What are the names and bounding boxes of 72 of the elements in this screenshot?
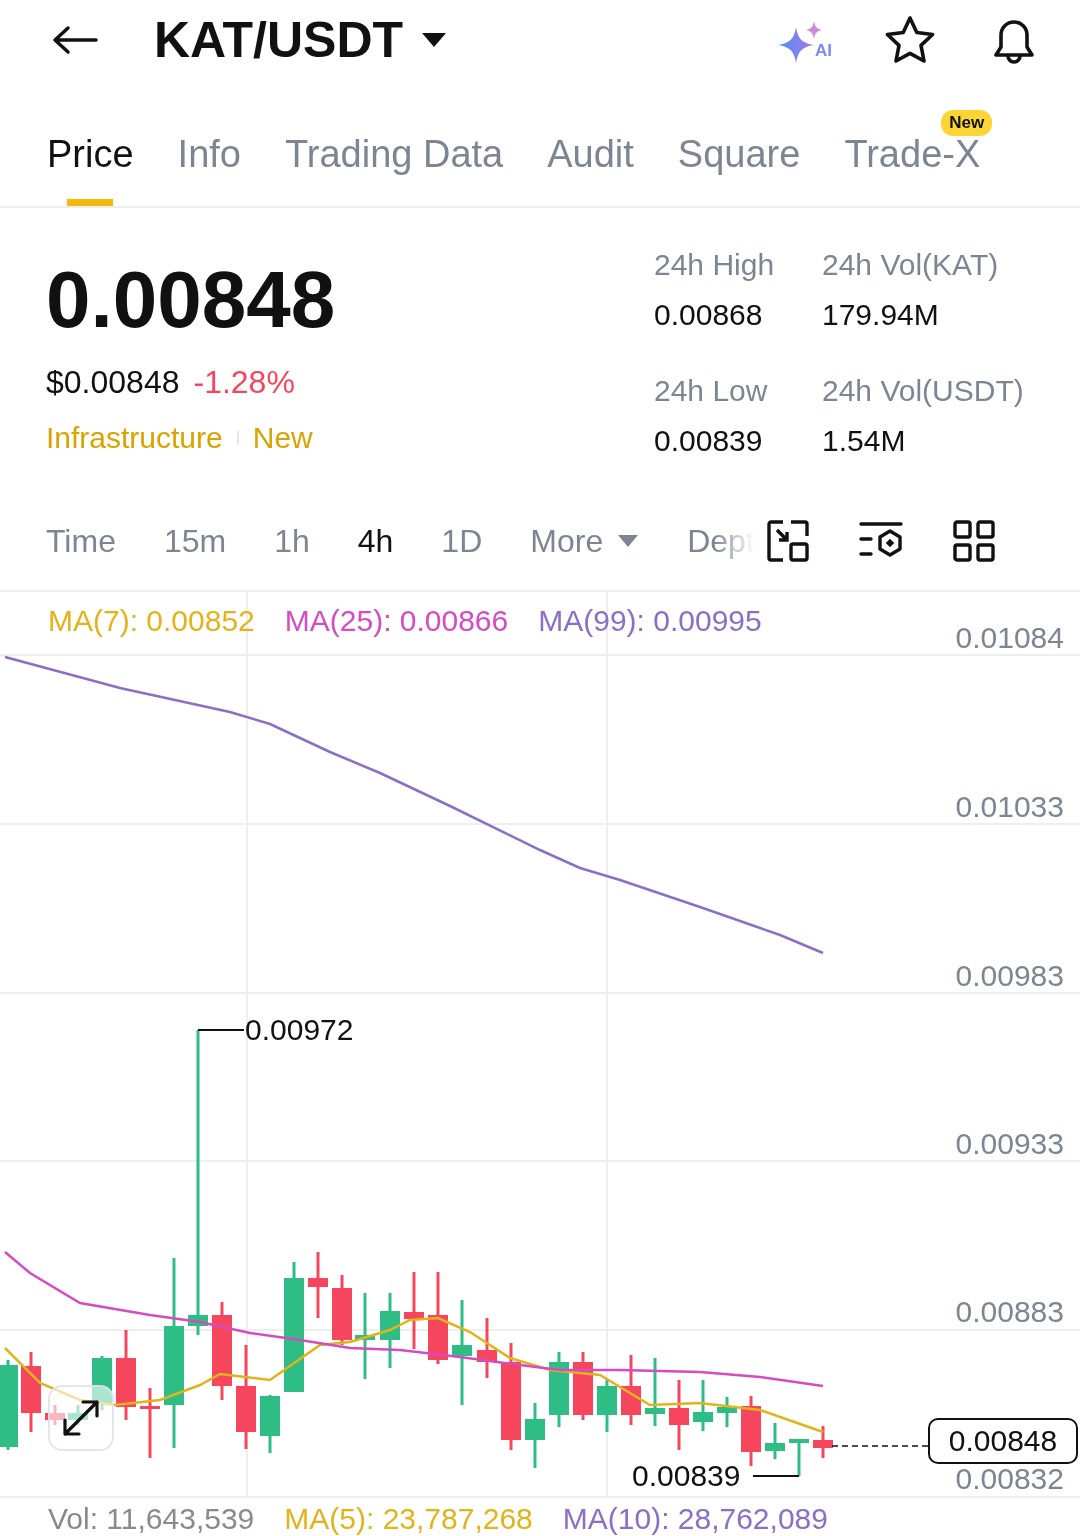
candlestick [525,1403,545,1468]
candlestick [332,1275,352,1345]
candlestick [140,1388,160,1458]
stat-label: 24h Low [654,374,769,409]
candlestick [92,1356,112,1410]
high-price-label: 0.00972 [245,1013,354,1047]
fiat-price: $0.00848 [46,364,180,401]
axis-label: 0.00983 [955,959,1064,993]
candlestick [789,1439,809,1476]
ai-button[interactable]: AI [776,15,832,65]
candlestick [765,1423,785,1459]
tab[interactable]: Trading Data [284,110,504,206]
candlestick [645,1358,665,1426]
leader-line [197,1029,245,1031]
current-price-tag: 0.00848 [928,1418,1078,1464]
resize-icon[interactable] [766,520,809,562]
tag-label[interactable]: New [252,421,313,455]
expand-button[interactable] [48,1385,114,1451]
stat-value: 0.00868 [654,298,764,333]
candlestick [45,1405,65,1425]
stat-value: 0.00839 [654,424,764,459]
leader-line [752,1475,800,1477]
volume-label: MA(10): 28,762,089 [562,1502,828,1536]
low-price-label: 0.00839 [632,1459,741,1493]
interval-tab[interactable]: 1h [274,522,310,560]
indicator-label: MA(7): 0.00852 [48,604,255,638]
candlestick [68,1405,88,1425]
new-badge: New [941,110,993,136]
candlestick [813,1426,833,1458]
interval-tab[interactable]: Time [46,522,116,560]
grid-icon[interactable] [952,520,995,562]
axis-label: 0.00832 [955,1462,1064,1496]
caret-icon [617,534,640,548]
candlestick [669,1380,689,1450]
stat-label: 24h High [654,248,776,283]
indicator-label: MA(99): 0.00995 [538,604,762,638]
caret-icon [421,32,448,48]
tag-label[interactable]: Infrastructure [46,421,223,455]
stat-value: 1.54M [822,424,907,459]
stat-value: 179.94M [822,298,940,333]
more-dropdown[interactable]: More [530,522,640,560]
tab[interactable]: Price [47,110,134,206]
stat-label: 24h Vol(KAT) [822,248,1000,283]
volume-label: Vol: 11,643,539 [48,1502,255,1536]
candlestick [260,1395,280,1453]
tab[interactable]: Audit [547,110,634,206]
candlestick [477,1318,497,1378]
candlestick [621,1355,641,1425]
last-price: 0.00848 [46,260,337,340]
price-change: -1.28% [193,364,295,401]
tab[interactable]: Square [677,110,801,206]
axis-label: 0.01033 [955,790,1064,824]
pair-selector[interactable]: KAT/USDT [154,11,448,69]
indicator-label: MA(25): 0.00866 [284,604,509,638]
volume-label: MA(5): 23,787,268 [284,1502,533,1536]
candlestick [717,1397,737,1427]
candlestick [741,1396,761,1466]
back-icon[interactable] [52,25,98,55]
stat-label: 24h Vol(USDT) [822,374,1024,409]
interval-tab[interactable]: 1D [441,522,483,560]
interval-tab[interactable]: Dept [687,522,755,560]
axis-label: 0.00933 [955,1127,1064,1161]
candlestick [597,1380,617,1432]
interval-tab[interactable]: 4h [357,522,394,560]
candlestick [573,1352,593,1420]
candlestick [308,1252,328,1318]
axis-label: 0.01084 [955,621,1064,655]
axis-label: 0.00883 [955,1295,1064,1329]
candlestick [693,1380,713,1431]
star-icon[interactable] [884,15,936,65]
tab[interactable]: Info [177,110,241,206]
interval-tab[interactable]: 15m [163,522,227,560]
